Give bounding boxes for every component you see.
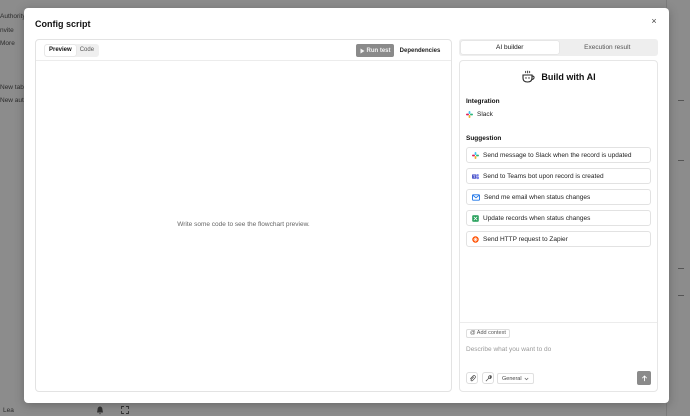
run-test-button[interactable]: Run test: [356, 44, 394, 57]
chevron-down-icon: [524, 377, 529, 380]
coffee-cup-icon: [522, 70, 535, 83]
background-mark: [678, 100, 684, 101]
suggestion-item[interactable]: Update records when status changes: [466, 210, 651, 226]
table-icon: [472, 214, 479, 222]
wrench-icon: [485, 374, 492, 381]
tab-code[interactable]: Code: [76, 45, 98, 56]
prompt-input[interactable]: [466, 343, 651, 355]
ai-builder-header: Build with AI: [460, 70, 657, 84]
composer-divider: [460, 322, 657, 323]
suggestion-item[interactable]: Send me email when status changes: [466, 189, 651, 205]
teams-icon: T: [472, 173, 479, 179]
script-editor-panel: Preview Code Run test Dependencies Write…: [35, 39, 452, 392]
bell-icon: [97, 406, 103, 415]
background-mark: [678, 295, 684, 296]
view-toggle: Preview Code: [44, 44, 100, 57]
send-button[interactable]: [637, 371, 651, 385]
slack-icon: [472, 151, 479, 159]
suggestion-item[interactable]: Send message to Slack when the record is…: [466, 147, 651, 163]
integration-heading: Integration: [466, 98, 500, 105]
email-icon: [472, 193, 480, 201]
run-test-label: Run test: [366, 47, 391, 54]
suggestion-label: Send HTTP request to Zapier: [483, 235, 568, 243]
tools-button[interactable]: [482, 372, 494, 384]
suggestion-label: Send message to Slack when the record is…: [483, 151, 632, 159]
model-select[interactable]: General: [497, 373, 534, 384]
zapier-icon: [472, 235, 479, 243]
suggestion-label: Update records when status changes: [483, 214, 591, 222]
config-script-dialog: Config script × Preview Code Run test De…: [24, 8, 669, 403]
ai-builder-title: Build with AI: [541, 72, 596, 82]
close-button[interactable]: ×: [648, 15, 660, 27]
background-sidebar-item: Authority: [0, 13, 26, 20]
tab-execution-result[interactable]: Execution result: [559, 41, 657, 54]
right-panel-tabs: AI builder Execution result: [459, 39, 658, 56]
background-sidebar: Authority nvite More New table New auto: [0, 0, 29, 416]
composer-actions: General: [466, 371, 651, 385]
arrow-up-icon: [641, 374, 647, 381]
dependencies-button[interactable]: Dependencies: [398, 44, 442, 57]
suggestion-label: Send me email when status changes: [484, 193, 591, 201]
editor-toolbar: Preview Code Run test Dependencies: [36, 40, 451, 61]
background-footer: Lea: [0, 403, 690, 416]
play-icon: [360, 48, 364, 53]
background-right-rail: [666, 0, 690, 416]
attach-button[interactable]: [466, 372, 478, 384]
background-sidebar-item: nvite: [0, 27, 14, 34]
suggestion-heading: Suggestion: [466, 135, 502, 142]
model-select-value: General: [502, 375, 522, 382]
dialog-title: Config script: [35, 19, 91, 29]
background-footer-text: Lea: [3, 407, 14, 414]
expand-icon: [121, 406, 129, 414]
integration-slack-label: Slack: [477, 111, 493, 118]
integration-slack[interactable]: Slack: [466, 111, 493, 118]
background-mark: [678, 160, 684, 161]
suggestion-label: Send to Teams bot upon record is created: [483, 172, 604, 180]
flowchart-empty-message: Write some code to see the flowchart pre…: [177, 221, 310, 228]
paperclip-icon: [469, 374, 476, 381]
background-mark: [678, 268, 684, 269]
background-sidebar-item: More: [0, 40, 15, 47]
tab-ai-builder[interactable]: AI builder: [461, 41, 559, 54]
add-context-button[interactable]: @ Add context: [466, 329, 510, 338]
suggestion-item[interactable]: Send HTTP request to Zapier: [466, 231, 651, 247]
suggestion-item[interactable]: T Send to Teams bot upon record is creat…: [466, 168, 651, 184]
close-icon: ×: [651, 16, 657, 26]
tab-preview[interactable]: Preview: [45, 45, 76, 56]
ai-builder-panel: Build with AI Integration Slack Suggesti…: [459, 60, 658, 392]
slack-icon: [466, 111, 473, 118]
